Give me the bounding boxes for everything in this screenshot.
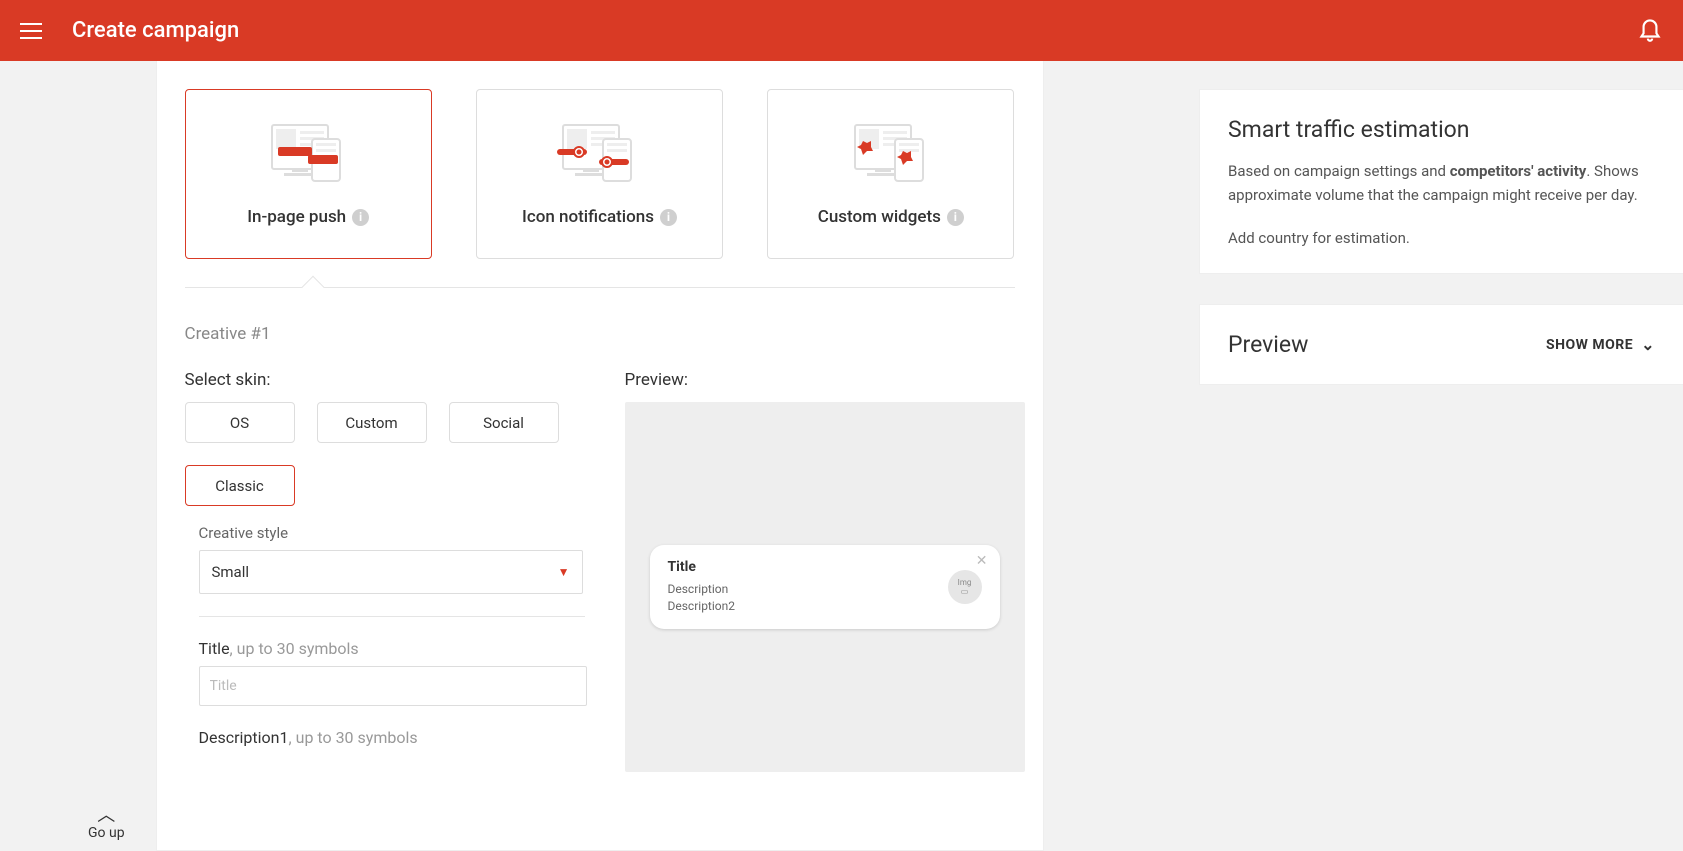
creative-heading: Creative #1 <box>185 324 1015 344</box>
desc1-label-text: Description1 <box>199 728 289 747</box>
card-custom-widgets[interactable]: Custom widgets i <box>767 89 1014 259</box>
title-label-text: Title <box>199 639 230 658</box>
chevron-down-icon: ⌄ <box>1641 335 1655 354</box>
side-preview-title: Preview <box>1228 331 1308 358</box>
info-icon[interactable]: i <box>947 209 964 226</box>
card-inpage-label: In-page push <box>247 207 346 227</box>
card-icon-notifications[interactable]: Icon notifications i <box>476 89 723 259</box>
est-text-bold: competitors' activity <box>1450 162 1587 180</box>
skin-custom-button[interactable]: Custom <box>317 402 427 443</box>
preview-side-box: Preview SHOW MORE ⌄ <box>1199 304 1683 385</box>
show-more-button[interactable]: SHOW MORE ⌄ <box>1546 335 1655 354</box>
title-input[interactable] <box>199 666 587 706</box>
ad-type-cards: In-page push i <box>185 89 1015 259</box>
close-icon[interactable]: ✕ <box>976 553 988 569</box>
preview-desc1: Description <box>668 581 736 598</box>
creative-form: Select skin: OS Custom Social Classic Cr… <box>185 370 585 772</box>
card-icon-label: Icon notifications <box>522 207 654 227</box>
inpage-push-illustration-icon <box>258 121 358 185</box>
connector-arrow <box>301 276 324 299</box>
connector-line <box>185 287 1015 288</box>
go-up-label: Go up <box>88 825 125 841</box>
title-hint: , up to 30 symbols <box>230 639 359 658</box>
chevron-down-icon: ▼ <box>558 565 570 579</box>
card-inpage-push[interactable]: In-page push i <box>185 89 432 259</box>
creative-style-select[interactable]: Small ▼ <box>199 550 583 594</box>
creative-style-value: Small <box>212 563 250 581</box>
bell-icon[interactable] <box>1637 14 1663 48</box>
preview-column: Preview: ✕ Title Description Description… <box>625 370 1025 772</box>
desc1-field-label: Description1, up to 30 symbols <box>199 728 585 747</box>
go-up-button[interactable]: ︿ Go up <box>88 807 125 841</box>
chevron-up-icon: ︿ <box>88 807 125 825</box>
info-icon[interactable]: i <box>660 209 677 226</box>
preview-card: ✕ Title Description Description2 Img ▭ <box>650 545 1000 629</box>
preview-label: Preview: <box>625 370 1025 390</box>
skin-social-button[interactable]: Social <box>449 402 559 443</box>
title-field-label: Title, up to 30 symbols <box>199 639 585 658</box>
info-icon[interactable]: i <box>352 209 369 226</box>
est-text-pre: Based on campaign settings and <box>1228 162 1450 180</box>
hamburger-icon[interactable] <box>20 23 42 39</box>
estimation-title: Smart traffic estimation <box>1228 116 1655 143</box>
estimation-text: Based on campaign settings and competito… <box>1228 159 1655 207</box>
card-custom-label: Custom widgets <box>818 207 941 227</box>
skin-buttons: OS Custom Social Classic <box>185 402 585 506</box>
traffic-estimation-box: Smart traffic estimation Based on campai… <box>1199 89 1683 274</box>
desc1-hint: , up to 30 symbols <box>289 728 418 747</box>
main-panel: In-page push i <box>156 61 1044 851</box>
skin-classic-button[interactable]: Classic <box>185 465 295 506</box>
show-more-label: SHOW MORE <box>1546 337 1633 353</box>
custom-widgets-illustration-icon <box>841 121 941 185</box>
top-bar: Create campaign <box>0 0 1683 61</box>
select-skin-label: Select skin: <box>185 370 585 390</box>
preview-img-label: Img <box>958 578 972 587</box>
preview-image-placeholder-icon: Img ▭ <box>948 570 982 604</box>
preview-title: Title <box>668 559 736 575</box>
page-title: Create campaign <box>72 18 239 43</box>
add-country-text: Add country for estimation. <box>1228 229 1655 247</box>
preview-stage: ✕ Title Description Description2 Img ▭ <box>625 402 1025 772</box>
creative-style-label: Creative style <box>199 524 585 542</box>
divider <box>199 616 585 617</box>
icon-notifications-illustration-icon <box>549 121 649 185</box>
side-column: Smart traffic estimation Based on campai… <box>1199 61 1683 851</box>
skin-os-button[interactable]: OS <box>185 402 295 443</box>
preview-desc2: Description2 <box>668 598 736 615</box>
